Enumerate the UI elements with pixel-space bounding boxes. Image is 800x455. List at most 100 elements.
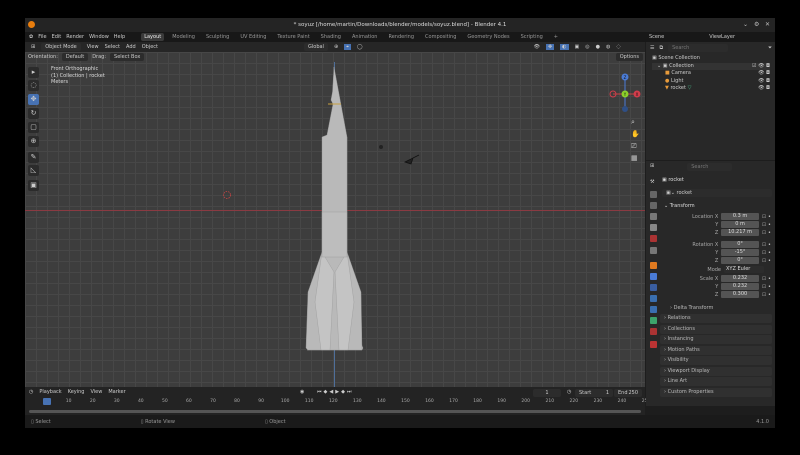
tab-uv-editing[interactable]: UV Editing (237, 33, 269, 41)
delta-transform-panel[interactable]: › Delta Transform (670, 305, 713, 311)
shading-material-icon[interactable]: ◍ (606, 44, 610, 50)
constraints-tab-icon[interactable] (650, 306, 657, 313)
view-layer-selector[interactable]: ViewLayer (709, 34, 735, 40)
shading-wireframe-icon[interactable]: ◎ (585, 44, 589, 50)
camera-view-icon[interactable]: ⎚ (631, 140, 640, 152)
timeline-scrollbar[interactable] (29, 410, 641, 413)
tab-geometry-nodes[interactable]: Geometry Nodes (464, 33, 512, 41)
snap-icon[interactable]: ⌖ (344, 44, 351, 50)
rotation-field[interactable]: 0° (721, 257, 759, 264)
lock-icon[interactable]: ⊡ (762, 250, 766, 256)
transform-orientation-dropdown[interactable]: Global (304, 43, 328, 51)
scale-field[interactable]: 0.232 (721, 275, 759, 282)
material-tab-icon[interactable] (650, 328, 657, 335)
location-field[interactable]: 10.217 m (721, 229, 759, 236)
close-button[interactable]: ✕ (765, 21, 770, 28)
properties-search-input[interactable]: Search (687, 163, 733, 171)
panel-custom-properties[interactable]: › Custom Properties (660, 387, 772, 397)
world-tab-icon[interactable] (650, 235, 657, 242)
overlay-toggle-icon[interactable]: ◐ (560, 44, 569, 50)
object-tab-icon[interactable] (650, 262, 657, 269)
location-field[interactable]: 0.3 m (721, 213, 759, 220)
modifiers-tab-icon[interactable] (650, 273, 657, 280)
lock-icon[interactable]: ⊡ (762, 214, 766, 220)
panel-instancing[interactable]: › Instancing (660, 335, 772, 344)
outliner-scene-collection[interactable]: ▣ Scene Collection (652, 55, 770, 63)
outliner-collection[interactable]: ⌄ ▣ Collection ☑ 👁 ◘ (652, 62, 770, 70)
lock-icon[interactable]: ⊡ (762, 292, 766, 298)
tab-animation[interactable]: Animation (349, 33, 381, 41)
proportional-edit-icon[interactable]: ◯ (357, 44, 363, 50)
transform-panel-header[interactable]: ⌄ Transform (664, 203, 695, 209)
panel-line-art[interactable]: › Line Art (660, 377, 772, 386)
keyframe-icon[interactable]: • (768, 222, 771, 228)
physics-tab-icon[interactable] (650, 295, 657, 302)
blender-menu-icon[interactable]: ✿ (29, 34, 33, 40)
tool-tab-icon[interactable]: ⚒ (650, 179, 657, 186)
keyframe-icon[interactable]: • (768, 292, 771, 298)
panel-relations[interactable]: › Relations (660, 314, 772, 323)
panel-collections[interactable]: › Collections (660, 324, 772, 334)
keyframe-icon[interactable]: • (768, 276, 771, 282)
gizmo-toggle-icon[interactable]: ✥ (545, 44, 555, 50)
lock-icon[interactable]: ⊡ (762, 258, 766, 264)
menu-file[interactable]: File (38, 34, 46, 40)
properties-editor-icon[interactable]: ⊞ (650, 163, 654, 171)
add-workspace-button[interactable]: + (551, 33, 561, 41)
outliner-editor-icon[interactable]: ☰ (650, 45, 654, 51)
tab-scripting[interactable]: Scripting (518, 33, 546, 41)
maximize-button[interactable]: ⚙ (754, 21, 759, 28)
keyframe-icon[interactable]: • (768, 230, 771, 236)
lock-icon[interactable]: ⊡ (762, 222, 766, 228)
keyframe-icon[interactable]: • (768, 258, 771, 264)
menu-object[interactable]: Object (142, 44, 158, 50)
collection-tab-icon[interactable] (650, 247, 657, 254)
pan-hand-icon[interactable]: ✋ (631, 128, 640, 140)
menu-window[interactable]: Window (89, 34, 109, 40)
outliner-light[interactable]: ● Light 👁 ◘ (652, 78, 770, 86)
tab-shading[interactable]: Shading (318, 33, 344, 41)
object-mode-dropdown[interactable]: Object Mode (41, 43, 81, 51)
panel-visibility[interactable]: › Visibility (660, 356, 772, 365)
tab-sculpting[interactable]: Sculpting (203, 33, 232, 41)
outliner-rocket[interactable]: ▼ rocket ▽ 👁 ◘ (652, 85, 770, 93)
lock-icon[interactable]: ⊡ (762, 276, 766, 282)
keyframe-icon[interactable]: • (768, 242, 771, 248)
ortho-grid-icon[interactable]: ▦ (631, 152, 640, 164)
3d-viewport[interactable]: Orientation: Default Drag: Select Box Op… (25, 52, 645, 387)
scale-field[interactable]: 0.232 (721, 283, 759, 290)
keyframe-icon[interactable]: • (768, 214, 771, 220)
output-tab-icon[interactable] (650, 202, 657, 209)
keyframe-icon[interactable]: • (768, 284, 771, 290)
lock-icon[interactable]: ⊡ (762, 284, 766, 290)
shading-rendered-icon[interactable]: ◌ (616, 44, 620, 50)
xray-icon[interactable]: ▣ (575, 44, 580, 50)
lock-icon[interactable]: ⊡ (762, 242, 766, 248)
rotation-mode-dropdown[interactable]: XYZ Euler (724, 266, 764, 273)
zoom-icon[interactable]: ⌕ (631, 116, 640, 128)
view-layer-tab-icon[interactable] (650, 213, 657, 220)
display-mode-icon[interactable]: ⧉ (659, 45, 663, 51)
panel-viewport-display[interactable]: › Viewport Display (660, 366, 772, 376)
rotation-field[interactable]: -15° (721, 249, 759, 256)
menu-view[interactable]: View (87, 44, 99, 50)
object-name-field[interactable]: ▣⌄ rocket (662, 189, 772, 197)
visibility-icon[interactable]: 👁 (534, 44, 540, 50)
tab-texture-paint[interactable]: Texture Paint (274, 33, 312, 41)
menu-edit[interactable]: Edit (52, 34, 62, 40)
scale-field[interactable]: 0.300 (721, 291, 759, 298)
tab-modeling[interactable]: Modeling (169, 33, 198, 41)
lock-icon[interactable]: ⊡ (762, 230, 766, 236)
rotation-field[interactable]: 0° (721, 241, 759, 248)
data-tab-icon[interactable] (650, 317, 657, 324)
outliner-camera[interactable]: ■ Camera 👁 ◘ (652, 70, 770, 78)
tab-compositing[interactable]: Compositing (422, 33, 459, 41)
keyframe-icon[interactable]: • (768, 250, 771, 256)
playhead[interactable] (43, 398, 51, 405)
timeline[interactable]: ◷ Playback Keying View Marker ◉ ⏮ ◆ ◀ ▶ ◆ ⏭ 1… (25, 387, 650, 415)
outliner-search-input[interactable]: Search (668, 44, 729, 52)
scene-tab-icon[interactable] (650, 224, 657, 231)
menu-add[interactable]: Add (126, 44, 136, 50)
menu-render[interactable]: Render (66, 34, 84, 40)
tab-rendering[interactable]: Rendering (385, 33, 417, 41)
